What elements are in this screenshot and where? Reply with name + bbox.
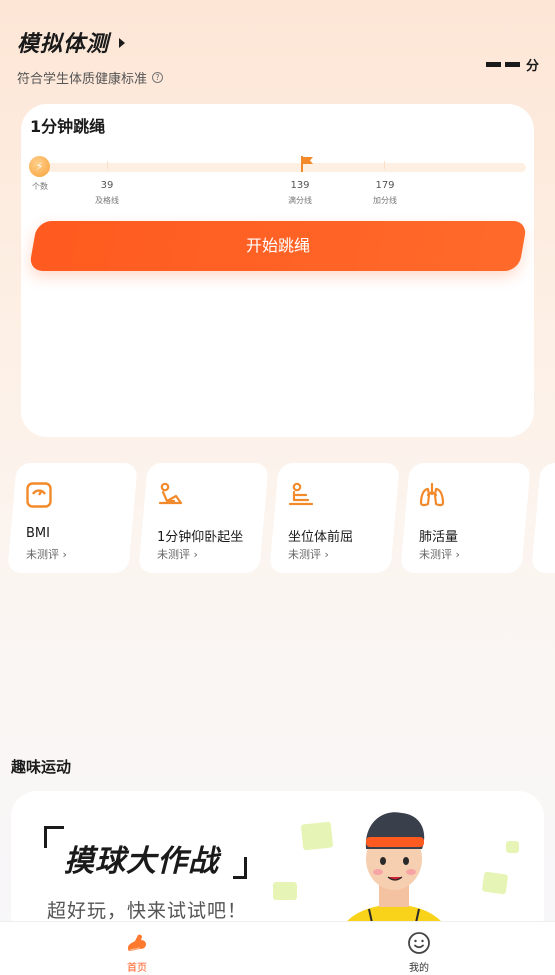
page-title[interactable]: 模拟体测	[17, 26, 109, 58]
progress-track	[31, 163, 526, 172]
tab-home[interactable]: 首页	[107, 931, 167, 974]
title-row[interactable]: 模拟体测	[17, 26, 163, 58]
mascot-illustration	[296, 812, 490, 941]
decor-square	[506, 841, 519, 853]
pass-value: 39	[100, 180, 114, 191]
help-icon[interactable]: ?	[152, 72, 164, 83]
smiley-icon	[408, 932, 430, 954]
test-name: 1分钟仰卧起坐	[157, 530, 244, 545]
test-card-bg	[531, 463, 555, 573]
full-value: 139	[290, 180, 310, 191]
score-placeholder-dash	[485, 62, 501, 67]
caret-right-icon[interactable]	[119, 38, 126, 48]
banner-subtitle: 超好玩，快来试试吧！	[47, 900, 248, 922]
banner-title: 摸球大作战	[64, 844, 219, 879]
test-status: 未测评 ›	[26, 548, 67, 561]
standard-subtitle: 符合学生体质健康标准	[17, 72, 148, 87]
test-status: 未测评 ›	[288, 548, 329, 561]
tick-mark	[384, 161, 385, 169]
tick-mark	[107, 161, 108, 169]
bonus-label: 加分线	[373, 196, 397, 205]
total-score: 分	[485, 55, 539, 74]
test-card-situps[interactable]: 1分钟仰卧起坐 未测评 ›	[143, 463, 264, 573]
test-status: 未测评 ›	[157, 548, 198, 561]
tab-home-label: 首页	[127, 963, 147, 974]
bonus-value: 179	[375, 180, 395, 191]
test-name: BMI	[26, 526, 50, 541]
test-items-row[interactable]: BMI 未测评 › 1分钟仰卧起坐 未测评 › 坐位体前屈 未测评 › 肺活量 …	[0, 463, 555, 575]
test-name: 肺活量	[419, 530, 459, 545]
header: 模拟体测 符合学生体质健康标准 ?	[17, 26, 164, 87]
shoe-icon	[128, 934, 146, 951]
lungs-icon	[419, 482, 445, 507]
bottom-tab-bar: 首页 我的	[0, 921, 555, 975]
quote-bracket-close	[233, 857, 247, 879]
test-card-sit-reach[interactable]: 坐位体前屈 未测评 ›	[274, 463, 395, 573]
test-status: 未测评 ›	[419, 548, 460, 561]
test-card-bmi[interactable]: BMI 未测评 ›	[12, 463, 133, 573]
score-placeholder-dash	[504, 62, 520, 67]
situp-icon	[158, 482, 183, 505]
start-button-label[interactable]: 开始跳绳	[33, 221, 523, 271]
card-title: 1分钟跳绳	[30, 117, 106, 136]
tab-mine-label: 我的	[409, 963, 429, 974]
score-unit: 分	[525, 59, 539, 74]
runner-icon: ⚡	[29, 156, 50, 177]
count-label: 个数	[32, 182, 48, 191]
fun-game-banner[interactable]: 摸球大作战 超好玩，快来试试吧！	[11, 791, 544, 941]
subtitle-row: 符合学生体质健康标准 ?	[17, 68, 164, 87]
quote-bracket-open	[44, 826, 64, 848]
test-name: 坐位体前屈	[288, 530, 354, 545]
fun-section-title: 趣味运动	[11, 758, 72, 776]
sit-reach-icon	[288, 482, 314, 506]
flag-icon	[301, 156, 313, 172]
full-label: 满分线	[288, 196, 312, 205]
scale-icon	[26, 482, 52, 508]
rope-skipping-card: 1分钟跳绳 ⚡ 个数 39 及格线 139 满分线 179 加分线 开始跳绳	[21, 104, 534, 437]
pass-label: 及格线	[95, 196, 119, 205]
test-card-lungs[interactable]: 肺活量 未测评 ›	[405, 463, 526, 573]
tab-mine[interactable]: 我的	[389, 931, 449, 974]
